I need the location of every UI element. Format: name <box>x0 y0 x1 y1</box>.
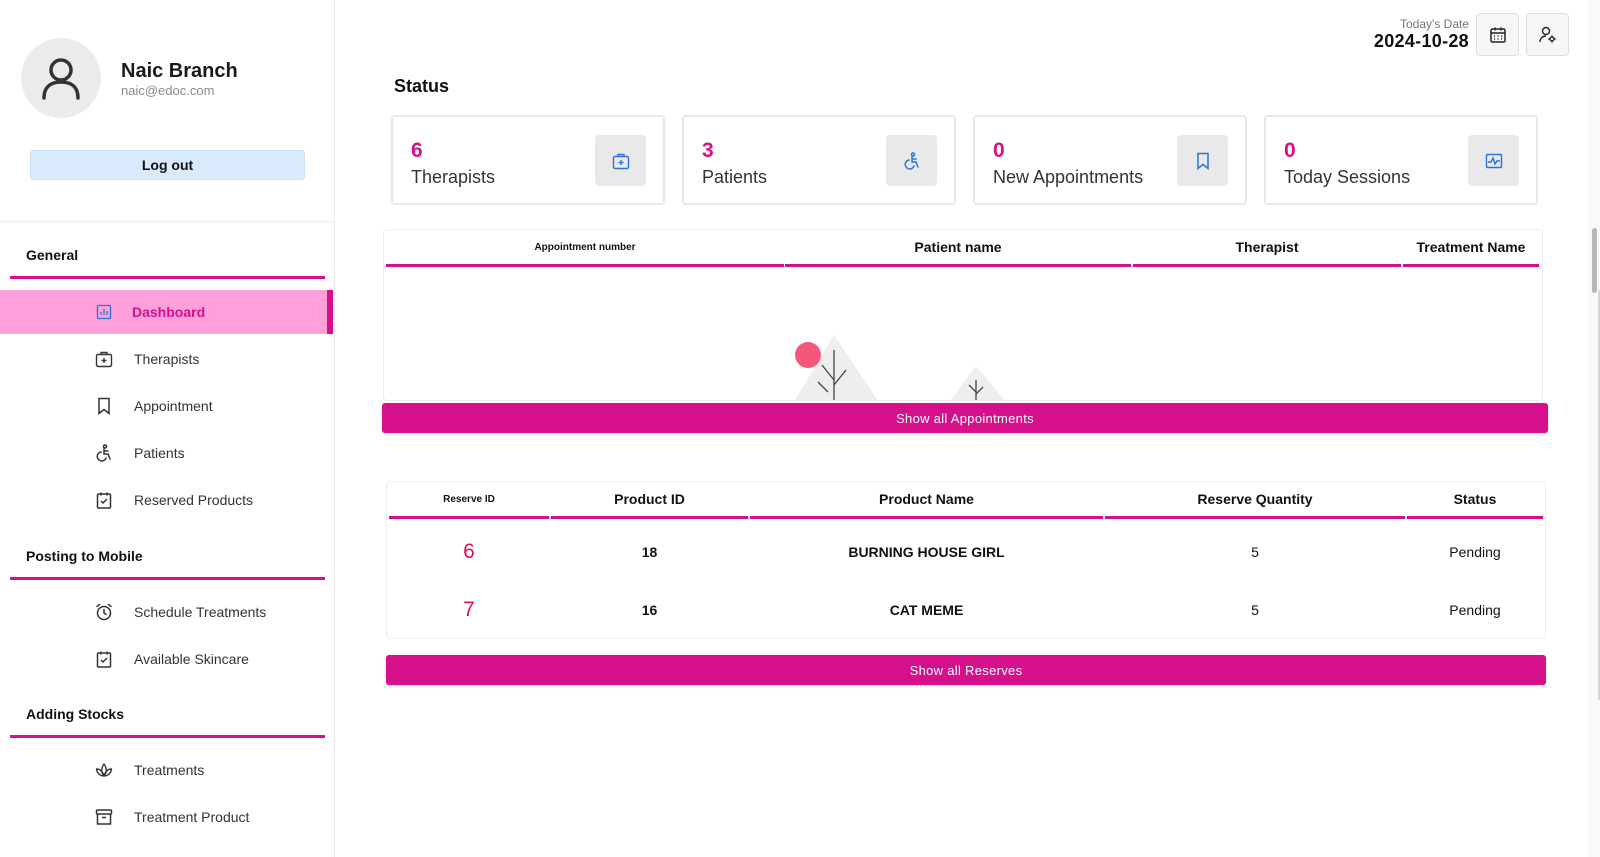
scrollbar[interactable] <box>1588 0 1600 857</box>
reserve-status: Pending <box>1449 602 1501 618</box>
archive-box-icon <box>94 807 114 827</box>
section-divider <box>10 735 325 738</box>
sidebar-item-label: Patients <box>134 445 185 461</box>
column-header: Product Name <box>750 482 1103 519</box>
sidebar-item-reserved-products[interactable]: Reserved Products <box>0 478 333 522</box>
stat-label: New Appointments <box>993 167 1144 187</box>
sidebar-item-schedule-treatments[interactable]: Schedule Treatments <box>0 590 333 634</box>
todays-date-label: Today's Date <box>1400 17 1469 31</box>
product-id: 16 <box>641 602 658 618</box>
sidebar-item-label: Treatments <box>134 762 205 778</box>
avatar <box>21 38 101 118</box>
pulse-monitor-icon <box>1468 135 1519 186</box>
sidebar-item-label: Available Skincare <box>134 651 249 667</box>
sidebar: Naic Branch naic@edoc.com Log out Genera… <box>0 0 335 857</box>
calendar-button[interactable] <box>1476 13 1519 56</box>
bookmark-icon <box>94 396 114 416</box>
reserve-id: 6 <box>463 540 475 563</box>
column-header: Status <box>1407 482 1543 519</box>
show-all-appointments-button[interactable]: Show all Appointments <box>382 403 1548 433</box>
reserve-quantity: 5 <box>1251 544 1259 560</box>
user-icon <box>42 58 80 100</box>
stat-value: 6 <box>411 139 423 162</box>
column-header: Reserve Quantity <box>1105 482 1405 519</box>
column-header: Product ID <box>551 482 748 519</box>
stat-label: Patients <box>702 167 768 187</box>
wheelchair-icon <box>886 135 937 186</box>
sidebar-item-treatments[interactable]: Treatments <box>0 748 333 792</box>
sidebar-item-label: Treatment Product <box>134 809 250 825</box>
stat-value: 0 <box>1284 139 1296 162</box>
show-all-reserves-button[interactable]: Show all Reserves <box>386 655 1546 685</box>
empty-state-illustration <box>795 335 1005 400</box>
profile-email: naic@edoc.com <box>121 83 215 98</box>
user-settings-icon <box>1538 26 1555 42</box>
stat-card-patients[interactable]: 3 Patients <box>682 115 956 205</box>
section-title-adding-stocks: Adding Stocks <box>26 706 125 722</box>
calendar-icon <box>1489 27 1506 43</box>
appointments-table: Appointment number Patient name Therapis… <box>383 229 1543 401</box>
sidebar-item-label: Reserved Products <box>134 492 254 508</box>
sidebar-item-appointment[interactable]: Appointment <box>0 384 333 428</box>
stat-card-new-appointments[interactable]: 0 New Appointments <box>973 115 1247 205</box>
column-header: Therapist <box>1133 230 1401 267</box>
wheelchair-icon <box>94 443 114 463</box>
clipboard-check-icon <box>94 649 114 669</box>
main-content: Today's Date 2024-10-28 Status 6 Therapi… <box>336 0 1600 857</box>
product-id: 18 <box>641 544 658 560</box>
section-divider <box>10 276 325 279</box>
stat-card-therapists[interactable]: 6 Therapists <box>391 115 665 205</box>
reserve-quantity: 5 <box>1251 602 1259 618</box>
reserve-status: Pending <box>1449 544 1501 560</box>
stat-label: Today Sessions <box>1284 167 1411 187</box>
user-settings-button[interactable] <box>1526 13 1569 56</box>
column-header: Appointment number <box>386 230 784 267</box>
column-header: Treatment Name <box>1403 230 1539 267</box>
reserve-id: 7 <box>463 598 475 621</box>
lotus-icon <box>94 760 114 780</box>
sidebar-item-label: Therapists <box>134 351 200 367</box>
dashboard-icon <box>94 302 114 322</box>
todays-date-value: 2024-10-28 <box>1373 31 1469 51</box>
medical-kit-icon <box>94 349 114 369</box>
section-title-general: General <box>26 247 79 263</box>
sidebar-item-treatment-product[interactable]: Treatment Product <box>0 795 333 839</box>
bookmark-icon <box>1177 135 1228 186</box>
sidebar-item-label: Dashboard <box>132 304 206 320</box>
product-name: BURNING HOUSE GIRL <box>848 544 1005 560</box>
stat-value: 0 <box>993 139 1005 162</box>
scrollbar-thumb[interactable] <box>1592 228 1597 293</box>
reserves-table: Reserve ID Product ID Product Name Reser… <box>386 481 1546 639</box>
section-title-posting: Posting to Mobile <box>26 548 143 564</box>
product-name: CAT MEME <box>889 602 964 618</box>
column-header: Patient name <box>785 230 1131 267</box>
table-row[interactable]: 6 18 BURNING HOUSE GIRL 5 Pending <box>387 523 1545 581</box>
profile-panel: Naic Branch naic@edoc.com Log out <box>0 0 334 222</box>
status-title: Status <box>394 76 450 96</box>
table-row[interactable]: 7 16 CAT MEME 5 Pending <box>387 581 1545 639</box>
stat-label: Therapists <box>411 167 496 187</box>
sidebar-item-label: Schedule Treatments <box>134 604 267 620</box>
medical-kit-icon <box>595 135 646 186</box>
sidebar-item-label: Appointment <box>134 398 213 414</box>
logout-button[interactable]: Log out <box>30 150 305 180</box>
profile-name: Naic Branch <box>121 60 238 82</box>
clipboard-check-icon <box>94 490 114 510</box>
sidebar-item-therapists[interactable]: Therapists <box>0 337 333 381</box>
sidebar-item-dashboard[interactable]: Dashboard <box>0 290 333 334</box>
stat-value: 3 <box>702 139 714 162</box>
sidebar-item-available-skincare[interactable]: Available Skincare <box>0 637 333 681</box>
sidebar-item-patients[interactable]: Patients <box>0 431 333 475</box>
stat-card-today-sessions[interactable]: 0 Today Sessions <box>1264 115 1538 205</box>
section-divider <box>10 577 325 580</box>
column-header: Reserve ID <box>389 482 549 519</box>
alarm-clock-icon <box>94 602 114 622</box>
